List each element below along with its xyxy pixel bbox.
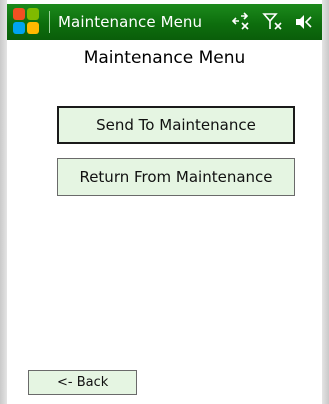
signal-off-icon[interactable]: [262, 12, 284, 32]
title-separator: [49, 11, 50, 33]
back-button[interactable]: <- Back: [28, 370, 137, 395]
windows-start-icon[interactable]: [13, 8, 41, 36]
return-from-maintenance-button[interactable]: Return From Maintenance: [57, 158, 295, 196]
page-title: Maintenance Menu: [83, 48, 246, 68]
title-bar: Maintenance Menu: [7, 4, 322, 40]
left-bezel: [0, 0, 7, 404]
volume-icon[interactable]: [294, 12, 316, 32]
right-bezel: [322, 0, 329, 404]
device-screen: Maintenance Menu Maintenance Menu Send T…: [0, 0, 329, 404]
send-to-maintenance-button[interactable]: Send To Maintenance: [57, 106, 295, 144]
connectivity-icon[interactable]: [230, 12, 252, 32]
window-title: Maintenance Menu: [58, 13, 203, 31]
status-icons: [230, 12, 316, 32]
